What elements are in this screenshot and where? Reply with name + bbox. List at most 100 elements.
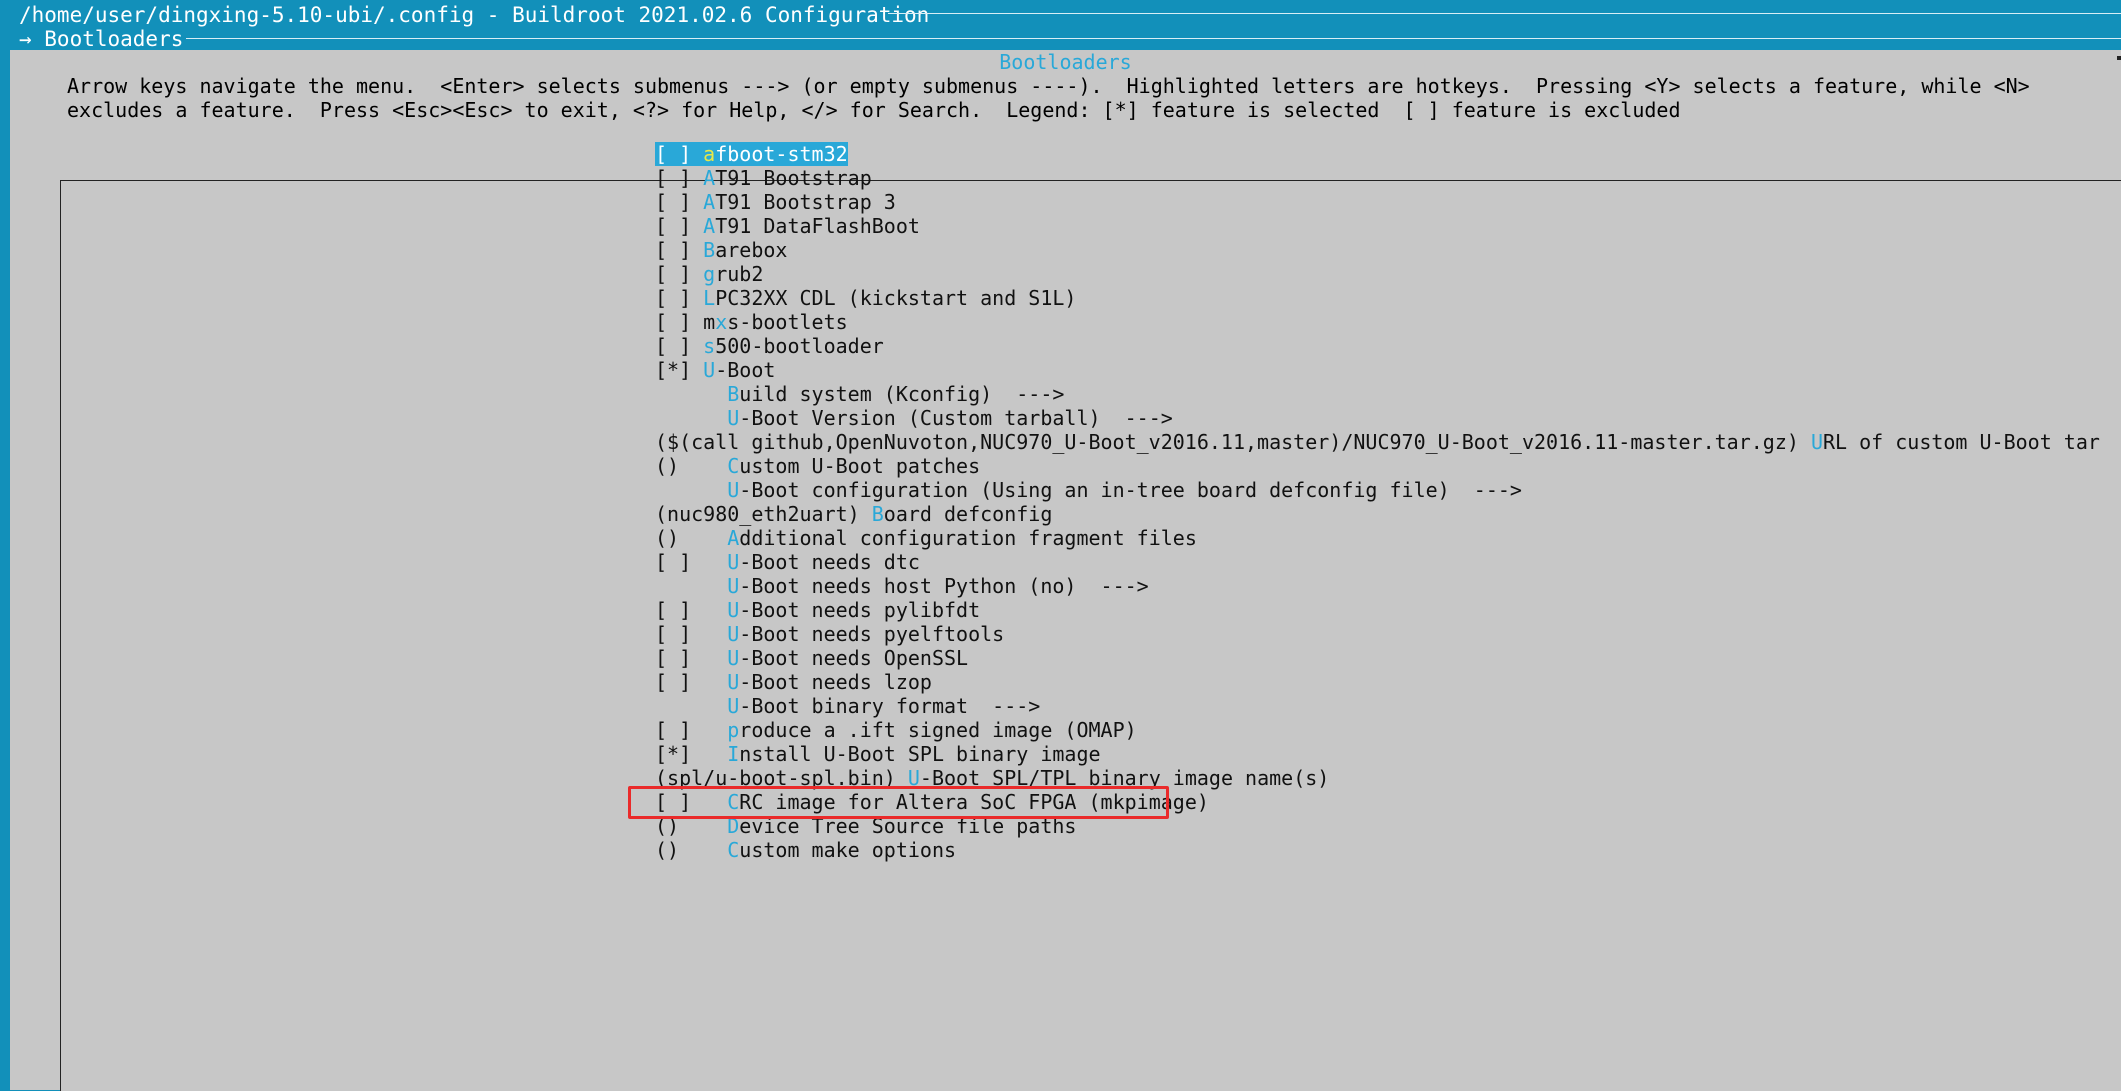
menu-item-hotkey: C xyxy=(727,838,740,862)
menu-item-label: dditional configuration fragment files xyxy=(739,526,1197,550)
menu-item[interactable]: [ ] U-Boot needs pyelftools xyxy=(655,622,2100,646)
menu-item-hotkey: I xyxy=(727,742,740,766)
menu-item-prefix xyxy=(655,406,727,430)
menu-item-hotkey: U xyxy=(727,670,740,694)
menu-item-hotkey: x xyxy=(715,310,728,334)
menu-item-hotkey: A xyxy=(703,166,716,190)
menu-item-label: roduce a .ift signed image (OMAP) xyxy=(739,718,1137,742)
menu-item-label: T91 Bootstrap xyxy=(715,166,872,190)
dialog-left-edge xyxy=(0,50,10,1090)
menu-item[interactable]: [ ] U-Boot needs OpenSSL xyxy=(655,646,2100,670)
menu-item[interactable]: [ ] Barebox xyxy=(655,238,2100,262)
menu-item[interactable]: U-Boot configuration (Using an in-tree b… xyxy=(655,478,2100,502)
menu-item-prefix: [ ] xyxy=(655,238,704,262)
menu-item-prefix: () xyxy=(655,526,728,550)
menu-item-prefix xyxy=(655,694,727,718)
menu-item-label: -Boot needs dtc xyxy=(739,550,920,574)
menu-item-label: -Boot configuration (Using an in-tree bo… xyxy=(739,478,1522,502)
menu-item[interactable]: [ ] AT91 Bootstrap 3 xyxy=(655,190,2100,214)
menu-item-hotkey: U xyxy=(1810,430,1823,454)
menu-item-prefix: [ ] xyxy=(655,718,728,742)
menu-item[interactable]: [ ] U-Boot needs dtc xyxy=(655,550,2100,574)
dialog-corner-mark xyxy=(2117,56,2121,60)
menu-item-hotkey: A xyxy=(703,214,716,238)
menu-item[interactable]: [*] Install U-Boot SPL binary image xyxy=(655,742,2100,766)
menu-item-hotkey: p xyxy=(727,718,740,742)
menu-item-label: T91 Bootstrap 3 xyxy=(715,190,896,214)
help-text-line-1: Arrow keys navigate the menu. <Enter> se… xyxy=(67,74,2030,98)
menu-item-label: uild system (Kconfig) ---> xyxy=(739,382,1065,406)
menu-item[interactable]: [*] U-Boot xyxy=(655,358,2100,382)
menu-item-label: -Boot needs pyelftools xyxy=(739,622,1005,646)
menu-item-prefix: [ ] xyxy=(655,646,728,670)
menu-item-hotkey: U xyxy=(727,550,740,574)
menu-item-prefix: (nuc980_eth2uart) xyxy=(655,502,872,526)
menu-item-hotkey: U xyxy=(727,598,740,622)
menu-item-hotkey: U xyxy=(703,358,716,382)
menu-item-hotkey: g xyxy=(703,262,716,286)
menu-item-label: nstall U-Boot SPL binary image xyxy=(739,742,1101,766)
menu-item-prefix: [ ] xyxy=(655,334,704,358)
menu-item[interactable]: [ ] afboot-stm32 xyxy=(655,142,2100,166)
menu-item[interactable]: U-Boot binary format ---> xyxy=(655,694,2100,718)
menu-item-label: RL of custom U-Boot tar xyxy=(1822,430,2100,454)
menu-item[interactable]: [ ] U-Boot needs pylibfdt xyxy=(655,598,2100,622)
menu-item-hotkey: A xyxy=(727,526,740,550)
menu-item[interactable]: ($(call github,OpenNuvoton,NUC970_U-Boot… xyxy=(655,430,2100,454)
menu-item-hotkey: B xyxy=(727,382,740,406)
menu-item[interactable]: () Custom make options xyxy=(655,838,2100,862)
menu-item[interactable]: () Additional configuration fragment fil… xyxy=(655,526,2100,550)
menu-item-prefix: () xyxy=(655,838,728,862)
menu-item-prefix: [ ] xyxy=(655,622,728,646)
menu-item-prefix: [ ] m xyxy=(655,310,716,334)
menu-item-hotkey: C xyxy=(727,454,740,478)
menu-item[interactable]: [ ] AT91 Bootstrap xyxy=(655,166,2100,190)
menu-item[interactable]: [ ] AT91 DataFlashBoot xyxy=(655,214,2100,238)
menu-item[interactable]: [ ] LPC32XX CDL (kickstart and S1L) xyxy=(655,286,2100,310)
terminal-window: /home/user/dingxing-5.10-ubi/.config - B… xyxy=(0,0,2121,1091)
menu-item-label: ustom make options xyxy=(739,838,957,862)
menu-item-prefix: [ ] xyxy=(655,214,704,238)
menu-item-label: fboot-stm32 xyxy=(715,142,848,166)
menu-item-hotkey: U xyxy=(727,694,740,718)
menu-item-label: ustom U-Boot patches xyxy=(739,454,981,478)
menu-item-hotkey: U xyxy=(727,574,740,598)
menu-item-prefix: [ ] xyxy=(655,286,704,310)
menu-item-label: -Boot needs pylibfdt xyxy=(739,598,981,622)
menu-item-prefix: [*] xyxy=(655,742,728,766)
menu-item-label: 500-bootloader xyxy=(715,334,884,358)
menu-item[interactable]: Build system (Kconfig) ---> xyxy=(655,382,2100,406)
menu-item[interactable]: (nuc980_eth2uart) Board defconfig xyxy=(655,502,2100,526)
menu-item[interactable]: [ ] grub2 xyxy=(655,262,2100,286)
menu-item-hotkey: U xyxy=(727,646,740,670)
menu-item-hotkey: U xyxy=(727,478,740,502)
config-path-title: /home/user/dingxing-5.10-ubi/.config - B… xyxy=(19,3,930,27)
menu-item-label: rub2 xyxy=(715,262,764,286)
menu-item-label: -Boot xyxy=(715,358,776,382)
menu-item-label: arebox xyxy=(715,238,788,262)
menu-item-label: -Boot needs OpenSSL xyxy=(739,646,969,670)
menu-item-prefix: [ ] xyxy=(655,598,728,622)
menu-item[interactable]: U-Boot Version (Custom tarball) ---> xyxy=(655,406,2100,430)
menu-item-label: oard defconfig xyxy=(883,502,1053,526)
menu-item-prefix: () xyxy=(655,454,728,478)
menu-item-prefix: [ ] xyxy=(655,262,704,286)
menu-item-label: T91 DataFlashBoot xyxy=(715,214,920,238)
title-rule xyxy=(888,13,2121,14)
menu-item-hotkey: B xyxy=(703,238,716,262)
menu-item-label: -Boot needs lzop xyxy=(739,670,932,694)
menu-item-label: PC32XX CDL (kickstart and S1L) xyxy=(715,286,1077,310)
menu-item[interactable]: U-Boot needs host Python (no) ---> xyxy=(655,574,2100,598)
dialog-title: Bootloaders xyxy=(999,50,1132,74)
menu-item-prefix: [ ] xyxy=(655,190,704,214)
menu-item[interactable]: [ ] produce a .ift signed image (OMAP) xyxy=(655,718,2100,742)
menu-item[interactable]: [ ] U-Boot needs lzop xyxy=(655,670,2100,694)
menu-item[interactable]: [ ] mxs-bootlets xyxy=(655,310,2100,334)
menu-item[interactable]: [ ] s500-bootloader xyxy=(655,334,2100,358)
menu-item-hotkey: B xyxy=(871,502,884,526)
menu-item-prefix: [ ] xyxy=(655,670,728,694)
menu-item-prefix: [ ] xyxy=(655,142,704,166)
menu-item-hotkey: U xyxy=(727,406,740,430)
menu-item[interactable]: () Custom U-Boot patches xyxy=(655,454,2100,478)
breadcrumb: → Bootloaders xyxy=(19,27,184,51)
